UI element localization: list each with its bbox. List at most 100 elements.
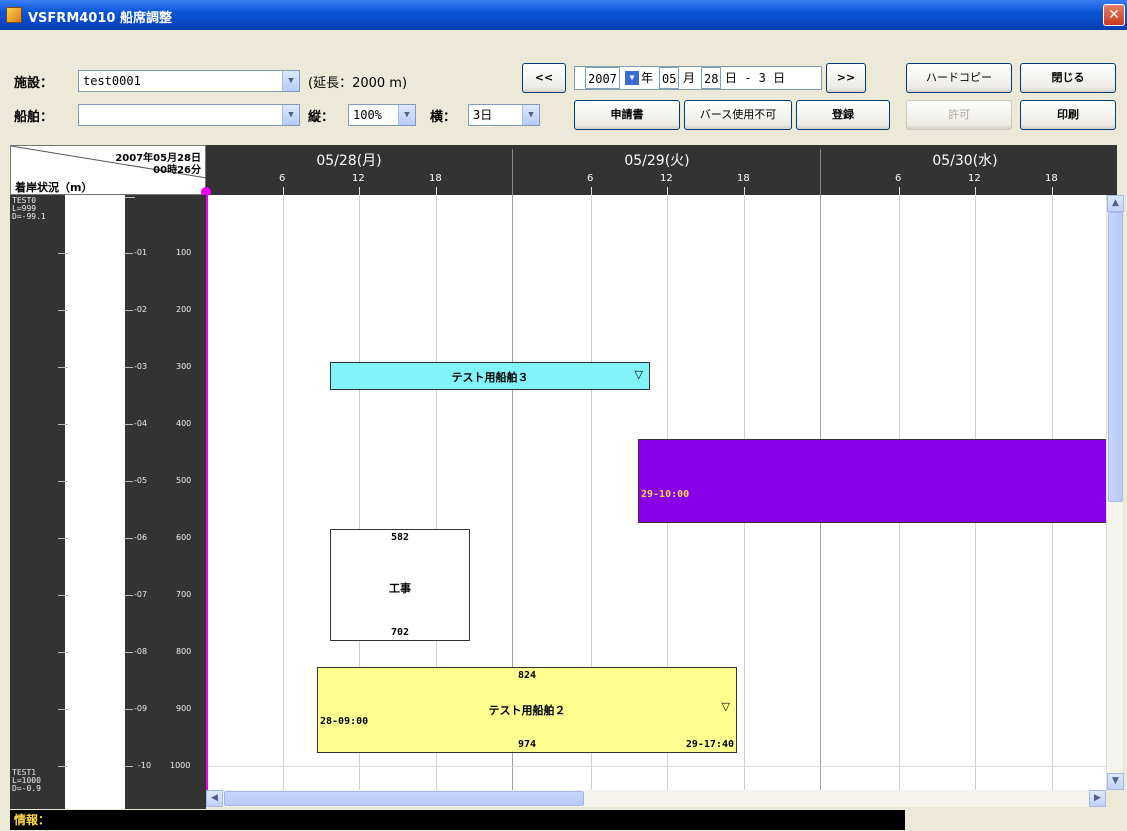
day-header-2: 05/29(火) xyxy=(624,153,690,169)
ruler-mark xyxy=(58,652,68,653)
ship2-from-m: 824 xyxy=(517,670,537,681)
ruler-mark xyxy=(58,367,68,368)
hour-tick xyxy=(283,187,284,195)
ship-label: 船舶： xyxy=(14,110,54,125)
month-field[interactable]: 05 xyxy=(659,67,680,89)
horizontal-zoom-value: 3日 xyxy=(473,108,493,122)
corner-header: 2007年05月28日 00時26分 着岸状況（m） xyxy=(10,145,207,195)
chevron-down-icon: ▼ xyxy=(282,105,299,125)
main-window: VSFRM4010 船席調整 ✕ 施設： test0001 ▼ (延長：2000… xyxy=(0,0,1127,831)
construction-block[interactable]: 582 工事 702 xyxy=(330,529,470,641)
chevron-down-icon: ▼ xyxy=(522,105,539,125)
ruler-mark xyxy=(58,709,68,710)
hour-label: 6 xyxy=(895,173,902,184)
block-start-time: 29-10:00 xyxy=(641,489,690,500)
app-icon xyxy=(6,7,22,23)
day-divider xyxy=(820,149,821,195)
ship2-start-time: 28-09:00 xyxy=(320,716,369,727)
vertical-scrollbar[interactable]: ▲ ▼ xyxy=(1106,195,1124,790)
hour-tick xyxy=(975,187,976,195)
ruler-mark xyxy=(125,367,133,368)
vertical-zoom-select[interactable]: 100% ▼ xyxy=(348,104,416,126)
ruler-code: -02 xyxy=(134,305,148,314)
hour-tick xyxy=(359,187,360,195)
hour-tick xyxy=(591,187,592,195)
ruler-mark xyxy=(125,766,133,767)
ruler-mark xyxy=(125,424,133,425)
application-button[interactable]: 申請書 xyxy=(574,100,680,130)
year-unit: 年 xyxy=(641,71,654,85)
permit-button[interactable]: 許可 xyxy=(906,100,1012,130)
ruler-mark xyxy=(125,652,133,653)
time-header: 05/28(月) 05/29(火) 05/30(水) 6 12 18 6 12 … xyxy=(206,145,1117,195)
close-button[interactable]: 閉じる xyxy=(1020,63,1116,93)
ruler-mark xyxy=(58,766,68,767)
berth-unavailable-button[interactable]: バース使用不可 xyxy=(684,100,792,130)
current-time-line xyxy=(206,195,208,790)
ship-block-test3[interactable]: テスト用船舶３ ▽ xyxy=(330,362,650,390)
horizontal-zoom-label: 横： xyxy=(430,110,457,125)
ruler-meters: 100 xyxy=(176,248,192,257)
hour-label: 12 xyxy=(352,173,365,184)
hardcopy-button[interactable]: ハードコピー xyxy=(906,63,1012,93)
prev-button[interactable]: << xyxy=(522,63,566,93)
ruler-mark xyxy=(125,253,133,254)
chevron-down-icon: ▼ xyxy=(282,71,299,91)
ruler-mark xyxy=(125,709,133,710)
ruler-mark xyxy=(58,253,68,254)
grid-line xyxy=(283,195,284,790)
horizontal-scrollbar[interactable]: ◀ ▶ xyxy=(206,790,1106,807)
close-window-button[interactable]: ✕ xyxy=(1103,4,1125,26)
triangle-down-icon[interactable]: ▽ xyxy=(635,368,643,381)
scroll-up-icon[interactable]: ▲ xyxy=(1107,195,1124,212)
ship-select[interactable]: ▼ xyxy=(78,104,300,126)
berth-panel: TEST0 L=999 D=-99.1 TEST1 L=1000 D=-0.9 … xyxy=(10,195,206,809)
print-button[interactable]: 印刷 xyxy=(1020,100,1116,130)
title-bar: VSFRM4010 船席調整 ✕ xyxy=(0,0,1127,30)
triangle-down-icon[interactable]: ▽ xyxy=(722,700,730,713)
status-bar: 情報： xyxy=(10,810,905,830)
hour-label: 6 xyxy=(279,173,286,184)
berth-unavailable-block[interactable]: 29-10:00 xyxy=(638,439,1106,523)
berthing-status-caption: 着岸状況（m） xyxy=(15,181,93,194)
ruler-meters: 900 xyxy=(176,704,192,713)
horizontal-scroll-thumb[interactable] xyxy=(224,791,584,806)
day-divider xyxy=(512,149,513,195)
construction-name: 工事 xyxy=(389,582,411,595)
schedule-grid[interactable]: テスト用船舶３ ▽ 29-10:00 582 工事 702 824 テスト用船舶… xyxy=(206,195,1106,790)
ruler-mark xyxy=(58,595,68,596)
scroll-right-icon[interactable]: ▶ xyxy=(1089,790,1106,807)
ruler-code: -01 xyxy=(134,248,148,257)
ship-block-test2[interactable]: 824 テスト用船舶２ ▽ 28-09:00 974 29-17:40 xyxy=(317,667,737,753)
horizontal-zoom-select[interactable]: 3日 ▼ xyxy=(468,104,540,126)
scroll-left-icon[interactable]: ◀ xyxy=(206,790,223,807)
toolbar: 施設： test0001 ▼ (延長：2000 m) << 2007 ▼ 年 0… xyxy=(0,30,1127,145)
day-suffix: 日 - 3 日 xyxy=(725,71,786,85)
hour-tick xyxy=(436,187,437,195)
register-button[interactable]: 登録 xyxy=(796,100,890,130)
ruler-meters: 200 xyxy=(176,305,192,314)
hour-tick xyxy=(1052,187,1053,195)
vertical-scroll-thumb[interactable] xyxy=(1108,212,1123,502)
day-field[interactable]: 28 xyxy=(701,67,722,89)
year-field[interactable]: 2007 xyxy=(585,67,620,89)
next-button[interactable]: >> xyxy=(826,63,866,93)
day-header-1: 05/28(月) xyxy=(316,153,382,169)
facility-label: 施設： xyxy=(14,76,54,91)
ruler-code: -06 xyxy=(134,533,148,542)
hour-label: 18 xyxy=(737,173,750,184)
hour-label: 18 xyxy=(429,173,442,184)
ruler-meters: 600 xyxy=(176,533,192,542)
date-range-field: 2007 ▼ 年 05 月 28 日 - 3 日 xyxy=(574,66,822,90)
ruler-meters: 700 xyxy=(176,590,192,599)
year-dropdown-icon[interactable]: ▼ xyxy=(625,71,639,85)
ruler-code: -08 xyxy=(134,647,148,656)
hour-tick xyxy=(744,187,745,195)
ruler-code: -05 xyxy=(134,476,148,485)
hour-label: 12 xyxy=(660,173,673,184)
ruler-code: -07 xyxy=(134,590,148,599)
facility-select[interactable]: test0001 ▼ xyxy=(78,70,300,92)
ruler-code: -09 xyxy=(134,704,148,713)
scroll-down-icon[interactable]: ▼ xyxy=(1107,773,1124,790)
length-label: (延長：2000 m) xyxy=(308,76,408,91)
